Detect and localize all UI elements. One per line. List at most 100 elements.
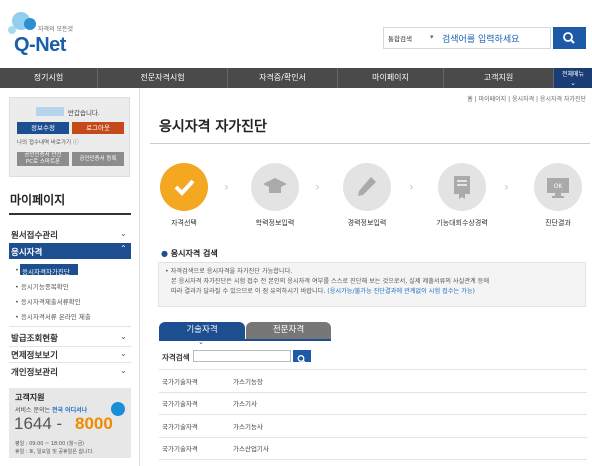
step-select <box>160 163 208 211</box>
divider <box>9 346 131 347</box>
menu-exemption[interactable]: 면제정보보기 <box>11 349 58 361</box>
menu-qualification[interactable]: 응시자격 <box>11 246 42 258</box>
support-line: 서비스 문의는 전국 어디서나 <box>15 405 87 414</box>
chevron-right-icon: › <box>409 180 414 194</box>
submenu-item[interactable]: • 응시기능종목확인 <box>15 281 69 291</box>
nav-support[interactable]: 고객지원 <box>444 68 554 88</box>
cert-register-button[interactable]: 공인인증서 등록 <box>72 152 124 166</box>
chevron-down-icon: ⌄ <box>198 338 204 346</box>
row-category: 국가기술자격 <box>162 378 198 386</box>
table-divider <box>159 392 587 393</box>
section-title-text: 응시자격 검색 <box>170 249 218 258</box>
step-label: 학력정보입력 <box>255 219 295 227</box>
tab-technical[interactable]: 기술자격 <box>159 322 245 339</box>
logout-button[interactable]: 로그아웃 <box>72 122 124 134</box>
table-divider <box>159 437 587 438</box>
submenu-label: 응시자격제출서류확인 <box>20 298 81 306</box>
qnet-logo[interactable]: 자격의 모든것 Q-Net <box>8 10 78 58</box>
step-label: 경력정보입력 <box>347 219 387 227</box>
divider <box>150 143 590 144</box>
divider <box>9 326 131 327</box>
row-name[interactable]: 가스기사 <box>233 398 257 408</box>
graduation-cap-icon <box>263 178 287 193</box>
step-label: 자격선택 <box>171 219 197 227</box>
logo-subtitle: 자격의 모든것 <box>38 26 74 33</box>
cert-safe-button[interactable]: 공인인증서 안전 PC로 스마트폰 <box>17 152 69 166</box>
greeting-text: 반갑습니다. <box>68 109 100 117</box>
step-contest <box>438 163 486 211</box>
login-box: 반갑습니다. 정보수정 로그아웃 나의 접수내역 바로가기 ⓘ 공인인증서 안전… <box>9 97 130 177</box>
all-menu-button[interactable]: 전체메뉴 ⌄ <box>554 68 592 88</box>
menu-application[interactable]: 원서접수관리 <box>11 229 58 241</box>
phone-number: 8000 <box>75 414 113 433</box>
filter-label: 자격검색 <box>162 353 190 362</box>
edit-info-button[interactable]: 정보수정 <box>17 122 69 134</box>
submenu-bullet: • <box>15 266 19 274</box>
step-label: 기능대회수상경력 <box>436 219 488 227</box>
support-line-text: 서비스 문의는 <box>15 407 52 414</box>
table-divider <box>159 369 587 370</box>
nav-certificate[interactable]: 자격증/확인서 <box>228 68 338 88</box>
certificate-icon <box>454 176 470 199</box>
submenu-self-diagnosis[interactable]: 응시자격자가진단 <box>22 266 70 276</box>
menu-issuance[interactable]: 발급조회현황 <box>11 332 58 344</box>
notice-text: 따라 결과가 달라질 수 있으므로 이 점 유의하시기 바랍니다. <box>171 288 326 295</box>
row-name[interactable]: 가스산업기사 <box>233 443 269 453</box>
support-hours: 평일 : 09:00 ~ 18:00 (월~금) <box>15 441 85 447</box>
monitor-ok-icon: OK <box>547 178 569 198</box>
breadcrumb: 홈 | 마이페이지 | 응시자격 | 응시자격 자가진단 <box>467 96 586 103</box>
notice-line: 본 응시자격 자가진단은 시험 접수 전 본인의 응시자격 여부를 스스로 진단… <box>171 278 490 285</box>
history-link[interactable]: 나의 접수내역 바로가기 <box>17 138 71 146</box>
search-input[interactable]: 검색어를 입력하세요 <box>442 32 519 45</box>
tab-underline <box>159 339 331 341</box>
chevron-up-icon: ⌃ <box>120 244 127 253</box>
chevron-down-icon: ▾ <box>430 33 434 41</box>
nav-professional[interactable]: 전문자격시험 <box>98 68 228 88</box>
submenu-label: 응시기능종목확인 <box>20 283 69 291</box>
search-box[interactable]: 통합검색 ▾ 검색어를 입력하세요 <box>383 27 551 49</box>
row-name[interactable]: 가스기능장 <box>233 376 263 386</box>
qualification-search-button[interactable] <box>293 350 311 363</box>
sidebar-title: 마이페이지 <box>10 193 66 207</box>
chevron-right-icon: › <box>224 180 229 194</box>
notice-line: 따라 결과가 달라질 수 있으므로 이 점 유의하시기 바랍니다. (응시가능/… <box>165 287 579 297</box>
nav-exam[interactable]: 정기시험 <box>0 68 98 88</box>
chevron-right-icon: › <box>315 180 320 194</box>
chevron-down-icon: ⌄ <box>120 349 127 358</box>
support-title: 고객지원 <box>15 393 45 402</box>
row-category: 국가기술자격 <box>162 445 198 453</box>
submenu-label: 응시자격서류 온라인 제출 <box>20 313 91 321</box>
row-category: 국가기술자격 <box>162 400 198 408</box>
submenu-item[interactable]: • 응시자격서류 온라인 제출 <box>15 311 91 321</box>
section-title: ● 응시자격 검색 <box>161 248 218 259</box>
phone-prefix: 1644 - <box>14 414 63 433</box>
logo-name: Q-Net <box>14 34 66 56</box>
svg-text:OK: OK <box>554 183 564 190</box>
submenu-item[interactable]: • 응시자격제출서류확인 <box>15 296 81 306</box>
info-circle-icon: ⓘ <box>73 140 79 146</box>
step-result: OK <box>534 163 582 211</box>
bullet-dot-icon: ● <box>161 249 168 258</box>
chevron-right-icon: › <box>504 180 509 194</box>
notice-line: • 자격검색으로 응시자격을 자가진단 가능합니다. <box>165 268 293 275</box>
all-menu-label: 전체메뉴 <box>561 71 585 78</box>
step-career <box>343 163 391 211</box>
check-icon <box>174 179 195 196</box>
tab-professional[interactable]: 전문자격 <box>246 322 331 339</box>
chevron-down-icon: ⌄ <box>120 366 127 375</box>
search-icon <box>297 355 306 363</box>
main-nav: 정기시험 전문자격시험 자격증/확인서 마이페이지 고객지원 <box>0 68 592 88</box>
step-education <box>251 163 299 211</box>
chevron-down-icon: ⌄ <box>120 332 127 341</box>
table-divider <box>159 414 587 415</box>
row-name[interactable]: 가스기능사 <box>233 421 263 431</box>
menu-personal[interactable]: 개인정보관리 <box>11 366 58 378</box>
header: 자격의 모든것 Q-Net 통합검색 ▾ 검색어를 입력하세요 <box>0 0 592 68</box>
search-button[interactable] <box>553 27 586 49</box>
pencil-icon <box>358 177 376 196</box>
search-scope-select[interactable]: 통합검색 <box>388 33 412 43</box>
page-title: 응시자격 자가진단 <box>159 119 267 135</box>
nav-mypage[interactable]: 마이페이지 <box>338 68 444 88</box>
qualification-search-input[interactable] <box>193 350 291 362</box>
notice-link: (응시가능/불가능 진단결과에 관계없이 시험 접수는 가능) <box>327 288 475 295</box>
